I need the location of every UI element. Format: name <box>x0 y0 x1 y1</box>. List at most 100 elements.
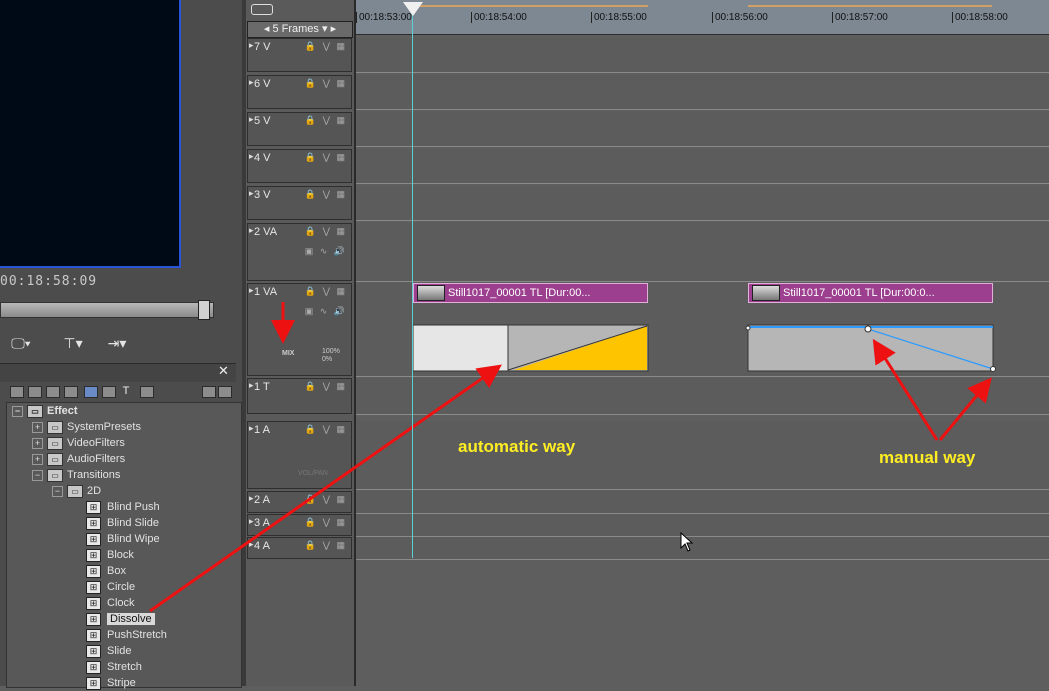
toggle-icon[interactable] <box>251 4 273 15</box>
expand-icon[interactable]: ▸ <box>249 380 254 391</box>
track-header[interactable]: ▸ 5 V 🔒 ⋁ ▦ <box>247 112 352 146</box>
track-header[interactable]: ▸ 2 VA 🔒 ⋁ ▦ ▣ ∿ 🔊 <box>247 223 352 281</box>
track-lock-icon[interactable]: 🔒 ⋁ ▦ <box>305 424 347 435</box>
mouse-cursor-icon <box>680 532 694 552</box>
transition-icon: ⊞ <box>86 580 101 594</box>
transition-item[interactable]: ⊞ Dissolve <box>86 611 155 627</box>
tree-folder[interactable]: + ▭ VideoFilters <box>32 435 125 451</box>
transition-item[interactable]: ⊞ Clock <box>86 595 135 611</box>
track-lock-icon[interactable]: 🔒 ⋁ ▦ <box>305 152 347 163</box>
track-name: 6 V <box>254 78 271 90</box>
monitor-icon[interactable]: 🖵▾ <box>8 335 34 355</box>
export-icon[interactable]: ⇥▾ <box>104 335 130 355</box>
tree-folder[interactable]: − ▭ Transitions <box>32 467 120 483</box>
transition-label: Blind Slide <box>107 517 159 529</box>
track-lock-icon[interactable]: 🔒 ⋁ ▦ <box>305 286 347 297</box>
transition-item[interactable]: ⊞ Slide <box>86 643 131 659</box>
track-name: 2 A <box>254 494 270 506</box>
expand-icon[interactable]: ▸ <box>249 539 254 550</box>
track-lock-icon[interactable]: 🔒 ⋁ ▦ <box>305 78 347 89</box>
mix-label[interactable]: MIX <box>282 350 294 357</box>
expand-icon[interactable]: ▸ <box>249 516 254 527</box>
track-lock-icon[interactable]: 🔒 ⋁ ▦ <box>305 381 347 392</box>
track-lock-icon[interactable]: 🔒 ⋁ ▦ <box>305 226 347 237</box>
track-header[interactable]: ▸ 1 VA 🔒 ⋁ ▦ ▣ ∿ 🔊 MIX 100% 0% <box>247 283 352 376</box>
expand-icon[interactable]: ▸ <box>249 188 254 199</box>
scrub-handle[interactable] <box>198 300 210 320</box>
transition-icon: ⊞ <box>86 628 101 642</box>
view-icon[interactable] <box>46 386 60 398</box>
expand-icon[interactable]: ▸ <box>249 40 254 51</box>
expand-icon[interactable]: ▸ <box>249 493 254 504</box>
panel-icon[interactable] <box>218 386 232 398</box>
expand-icon[interactable]: ▸ <box>249 423 254 434</box>
transition-label: Box <box>107 565 126 577</box>
view-icon[interactable] <box>84 386 98 398</box>
track-header[interactable]: ▸ 6 V 🔒 ⋁ ▦ <box>247 75 352 109</box>
transition-item[interactable]: ⊞ Stretch <box>86 659 142 675</box>
audio-icon[interactable]: ▣ ∿ 🔊 <box>305 306 347 317</box>
track-name: 1 A <box>254 424 270 436</box>
keyframe-point[interactable] <box>864 325 872 333</box>
playhead-line[interactable] <box>412 10 413 558</box>
panel-icon[interactable] <box>202 386 216 398</box>
expand-icon[interactable]: ▸ <box>249 225 254 236</box>
split-icon[interactable]: ⊤▾ <box>60 335 86 355</box>
transition-item[interactable]: ⊞ Block <box>86 547 134 563</box>
track-lock-icon[interactable]: 🔒 ⋁ ▦ <box>305 115 347 126</box>
frames-label: 5 Frames <box>272 23 319 35</box>
track-header[interactable]: ▸ 1 A 🔒 ⋁ ▦ VOL/PAN <box>247 421 352 489</box>
playhead-handle[interactable] <box>403 2 423 16</box>
expand-icon[interactable]: ▸ <box>249 151 254 162</box>
transition-item[interactable]: ⊞ Blind Wipe <box>86 531 160 547</box>
subfolder-label: 2D <box>87 485 102 497</box>
expand-icon[interactable]: ▸ <box>249 114 254 125</box>
transition-label: Blind Push <box>107 501 160 513</box>
expand-icon[interactable]: ▸ <box>249 285 254 296</box>
view-icon[interactable] <box>102 386 116 398</box>
track-header[interactable]: ▸ 1 T 🔒 ⋁ ▦ <box>247 378 352 414</box>
text-icon[interactable]: T <box>120 386 132 397</box>
keyframe-point[interactable] <box>990 366 996 372</box>
track-lock-icon[interactable]: 🔒 ⋁ ▦ <box>305 517 347 528</box>
transition-icon: ⊞ <box>86 500 101 514</box>
tree-folder[interactable]: + ▭ AudioFilters <box>32 451 125 467</box>
track-header[interactable]: ▸ 4 A 🔒 ⋁ ▦ <box>247 537 352 559</box>
track-lock-icon[interactable]: 🔒 ⋁ ▦ <box>305 189 347 200</box>
vol-pan-label[interactable]: VOL/PAN <box>298 470 328 477</box>
preview-timecode: 00:18:58:09 <box>0 274 98 289</box>
annotation-automatic: automatic way <box>458 437 576 456</box>
tree-subfolder[interactable]: − ▭ 2D <box>52 483 101 499</box>
manual-mix-area[interactable] <box>747 324 994 372</box>
track-lock-icon[interactable]: 🔒 ⋁ ▦ <box>305 540 347 551</box>
tree-root[interactable]: − ▭ Effect <box>12 403 78 419</box>
transition-item[interactable]: ⊞ Circle <box>86 579 135 595</box>
view-icon[interactable] <box>64 386 78 398</box>
transition-item[interactable]: ⊞ Box <box>86 563 126 579</box>
transition-item[interactable]: ⊞ Blind Slide <box>86 515 159 531</box>
frames-selector[interactable]: ◂ 5 Frames ▾ ▸ <box>247 21 353 38</box>
transition-item[interactable]: ⊞ PushStretch <box>86 627 167 643</box>
transition-item[interactable]: ⊞ Stripe <box>86 675 136 691</box>
view-icon[interactable] <box>28 386 42 398</box>
close-icon[interactable]: ✕ <box>218 363 229 379</box>
audio-icon[interactable]: ▣ ∿ 🔊 <box>305 246 347 257</box>
transition-item[interactable]: ⊞ Blind Push <box>86 499 160 515</box>
view-icon[interactable] <box>140 386 154 398</box>
track-header[interactable]: ▸ 7 V 🔒 ⋁ ▦ <box>247 38 352 72</box>
track-header[interactable]: ▸ 4 V 🔒 ⋁ ▦ <box>247 149 352 183</box>
transition-icon: ⊞ <box>86 532 101 546</box>
keyframe-point[interactable] <box>745 325 751 331</box>
view-icon[interactable] <box>10 386 24 398</box>
tree-folder[interactable]: + ▭ SystemPresets <box>32 419 141 435</box>
track-name: 2 VA <box>254 226 278 238</box>
track-name: 4 V <box>254 152 271 164</box>
preview-scrub-bar[interactable] <box>0 302 214 318</box>
track-header[interactable]: ▸ 2 A 🔒 ⋁ ▦ <box>247 491 352 513</box>
track-lock-icon[interactable]: 🔒 ⋁ ▦ <box>305 41 347 52</box>
track-lock-icon[interactable]: 🔒 ⋁ ▦ <box>305 494 347 505</box>
track-header[interactable]: ▸ 3 A 🔒 ⋁ ▦ <box>247 514 352 536</box>
expand-icon[interactable]: ▸ <box>249 77 254 88</box>
track-header[interactable]: ▸ 3 V 🔒 ⋁ ▦ <box>247 186 352 220</box>
transition-icon: ⊞ <box>86 676 101 690</box>
